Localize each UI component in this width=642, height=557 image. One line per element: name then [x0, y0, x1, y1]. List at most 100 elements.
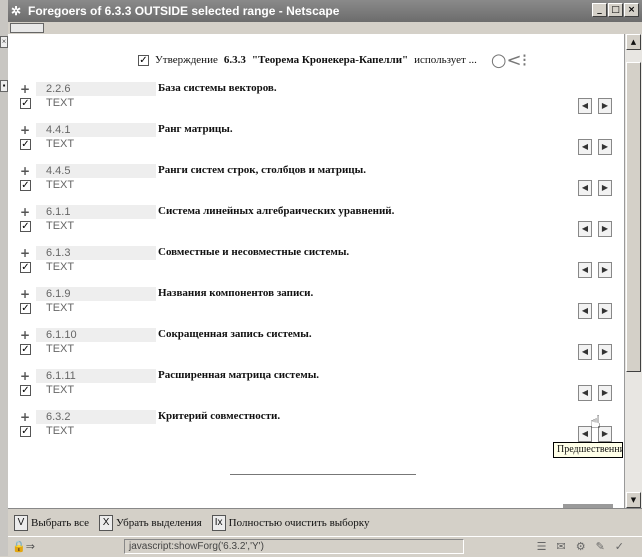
- window-titlebar: ✲ Foregoers of 6.3.3 OUTSIDE selected ra…: [8, 0, 642, 22]
- row-number[interactable]: 2.2.6: [46, 83, 70, 95]
- statement-header: ✓ Утверждение 6.3.3 "Теорема Кронекера-К…: [138, 50, 578, 71]
- scroll-up-icon[interactable]: ▲: [626, 34, 641, 50]
- expand-icon[interactable]: +: [20, 205, 30, 219]
- next-arrow-icon[interactable]: ▶: [598, 262, 612, 278]
- prev-arrow-icon[interactable]: ◀: [578, 303, 592, 319]
- clear-selection-label: Убрать выделения: [116, 516, 202, 529]
- row-title[interactable]: Ранги систем строк, столбцов и матрицы.: [158, 164, 366, 176]
- window-title: Foregoers of 6.3.3 OUTSIDE selected rang…: [28, 4, 340, 18]
- row-number[interactable]: 4.4.1: [46, 124, 70, 136]
- header-name: "Теорема Кронекера-Капелли": [251, 54, 409, 66]
- row-number[interactable]: 6.1.10: [46, 329, 77, 341]
- prev-arrow-icon[interactable]: ◀: [578, 221, 592, 237]
- clear-selection-button[interactable]: X Убрать выделения: [99, 514, 202, 531]
- header-checkbox[interactable]: ✓: [138, 54, 149, 66]
- edge-close-icon[interactable]: ×: [0, 36, 8, 48]
- header-prefix: Утверждение: [155, 54, 218, 66]
- select-all-key: V: [14, 514, 28, 531]
- prev-arrow-icon[interactable]: ◀: [578, 180, 592, 196]
- close-button[interactable]: ×: [624, 3, 639, 17]
- vertical-scrollbar[interactable]: ▲ ▼: [624, 34, 642, 508]
- list-item: + ✓ 6.3.2 TEXT Критерий совместности. ◀ ▶: [8, 410, 624, 450]
- row-title[interactable]: Сокращенная запись системы.: [158, 328, 312, 340]
- header-id: 6.3.3: [223, 54, 246, 66]
- next-arrow-icon[interactable]: ▶: [598, 385, 612, 401]
- row-number[interactable]: 6.1.1: [46, 206, 70, 218]
- netscape-icon: ✲: [11, 4, 22, 18]
- row-number[interactable]: 6.3.2: [46, 411, 70, 423]
- scroll-down-icon[interactable]: ▼: [626, 492, 641, 508]
- expand-icon[interactable]: +: [20, 164, 30, 178]
- row-kind: TEXT: [46, 425, 75, 437]
- list-item: + ✓ 6.1.10 TEXT Сокращенная запись системы. ◀…: [8, 328, 624, 368]
- divider: [230, 474, 416, 475]
- row-title[interactable]: Критерий совместности.: [158, 410, 280, 422]
- row-title[interactable]: Совместные и несовместные системы.: [158, 246, 349, 258]
- row-checkbox[interactable]: ✓: [20, 385, 31, 396]
- maximize-button[interactable]: □: [608, 3, 623, 17]
- security-icon[interactable]: 🔒⇒: [12, 540, 42, 554]
- status-bar: 🔒⇒ javascript:showForg('6.3.2','Y') ☰✉⚙✎…: [8, 536, 642, 557]
- list-item: + ✓ 4.4.1 TEXT Ранг матрицы. ◀ ▶: [8, 123, 624, 163]
- row-checkbox[interactable]: ✓: [20, 180, 31, 191]
- row-kind: TEXT: [46, 220, 75, 232]
- row-title[interactable]: Ранг матрицы.: [158, 123, 233, 135]
- row-checkbox[interactable]: ✓: [20, 426, 31, 437]
- hand-cursor-icon: ☝: [590, 412, 601, 433]
- prev-arrow-icon[interactable]: ◀: [578, 262, 592, 278]
- graph-icon[interactable]: ○<⁝: [491, 50, 528, 71]
- main-content: ✓ Утверждение 6.3.3 "Теорема Кронекера-К…: [8, 34, 624, 508]
- list-item: + ✓ 6.1.1 TEXT Система линейных алгебраическ…: [8, 205, 624, 245]
- minimize-button[interactable]: _: [592, 3, 607, 17]
- clear-all-key: Ix: [211, 514, 226, 531]
- next-arrow-icon[interactable]: ▶: [598, 344, 612, 360]
- next-arrow-icon[interactable]: ▶: [598, 303, 612, 319]
- row-kind: TEXT: [46, 302, 75, 314]
- prev-arrow-icon[interactable]: ◀: [578, 98, 592, 114]
- clear-all-button[interactable]: Ix Полностью очистить выборку: [211, 514, 370, 531]
- row-kind: TEXT: [46, 384, 75, 396]
- next-arrow-icon[interactable]: ▶: [598, 139, 612, 155]
- scroll-thumb[interactable]: [626, 62, 641, 372]
- prev-arrow-icon[interactable]: ◀: [578, 344, 592, 360]
- select-all-button[interactable]: V Выбрать все: [14, 514, 90, 531]
- row-checkbox[interactable]: ✓: [20, 221, 31, 232]
- row-number[interactable]: 4.4.5: [46, 165, 70, 177]
- clear-all-label: Полностью очистить выборку: [228, 516, 370, 529]
- row-number[interactable]: 6.1.9: [46, 288, 70, 300]
- expand-icon[interactable]: +: [20, 246, 30, 260]
- expand-icon[interactable]: +: [20, 369, 30, 383]
- row-kind: TEXT: [46, 179, 75, 191]
- row-kind: TEXT: [46, 261, 75, 273]
- expand-icon[interactable]: +: [20, 123, 30, 137]
- expand-icon[interactable]: +: [20, 287, 30, 301]
- tooltip: Предшественники (: [553, 442, 623, 458]
- row-number[interactable]: 6.1.3: [46, 247, 70, 259]
- list-item: + ✓ 6.1.11 TEXT Расширенная матрица системы.…: [8, 369, 624, 409]
- select-all-label: Выбрать все: [31, 516, 90, 529]
- expand-icon[interactable]: +: [20, 328, 30, 342]
- row-checkbox[interactable]: ✓: [20, 303, 31, 314]
- toolbar-handle[interactable]: [10, 23, 44, 33]
- next-arrow-icon[interactable]: ▶: [598, 180, 612, 196]
- clear-selection-key: X: [99, 514, 114, 531]
- row-checkbox[interactable]: ✓: [20, 344, 31, 355]
- expand-icon[interactable]: +: [20, 82, 30, 96]
- row-title[interactable]: Расширенная матрица системы.: [158, 369, 319, 381]
- component-bar-icons[interactable]: ☰✉⚙✎✓: [537, 540, 634, 553]
- row-kind: TEXT: [46, 97, 75, 109]
- prev-arrow-icon[interactable]: ◀: [578, 385, 592, 401]
- row-number[interactable]: 6.1.11: [46, 370, 76, 382]
- row-checkbox[interactable]: ✓: [20, 139, 31, 150]
- expand-icon[interactable]: +: [20, 410, 30, 424]
- next-arrow-icon[interactable]: ▶: [598, 98, 612, 114]
- row-title[interactable]: База системы векторов.: [158, 82, 277, 94]
- list-item: + ✓ 2.2.6 TEXT База системы векторов. ◀ ▶: [8, 82, 624, 122]
- row-title[interactable]: Система линейных алгебраических уравнени…: [158, 205, 394, 217]
- row-checkbox[interactable]: ✓: [20, 262, 31, 273]
- next-arrow-icon[interactable]: ▶: [598, 221, 612, 237]
- prev-arrow-icon[interactable]: ◀: [578, 139, 592, 155]
- row-checkbox[interactable]: ✓: [20, 98, 31, 109]
- list-item: + ✓ 4.4.5 TEXT Ранги систем строк, столбцов …: [8, 164, 624, 204]
- row-title[interactable]: Названия компонентов записи.: [158, 287, 313, 299]
